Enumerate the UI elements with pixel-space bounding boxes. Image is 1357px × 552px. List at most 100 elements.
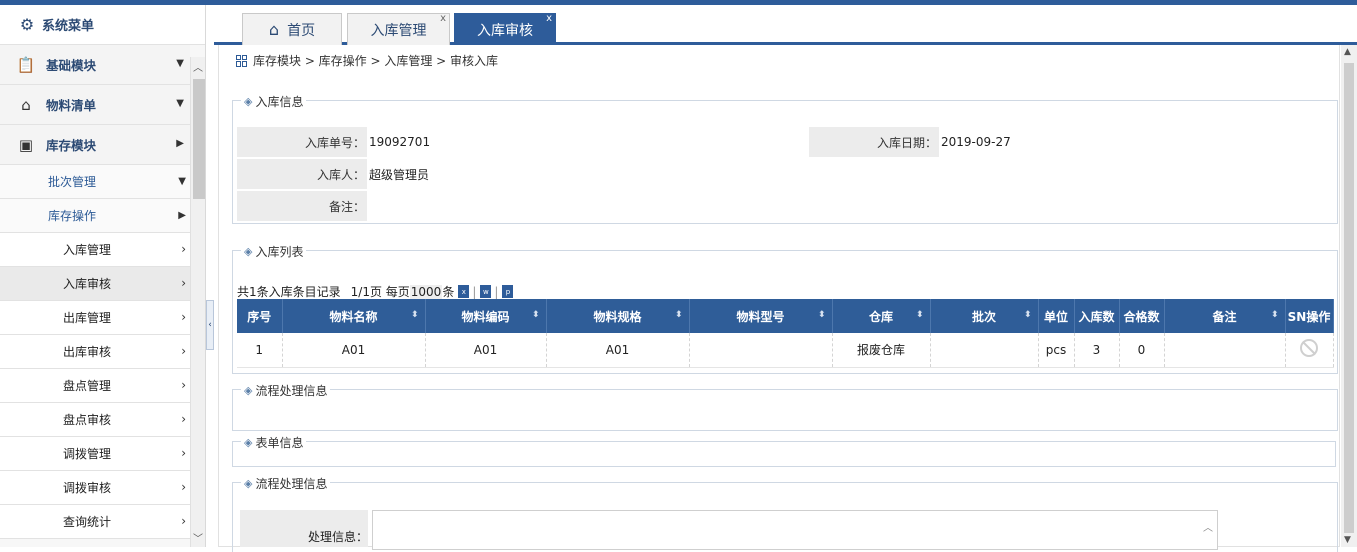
tab-inbound-audit[interactable]: 入库审核 x xyxy=(454,13,556,45)
inbound-items-table: 序号 物料名称 ⬍ 物料编码 ⬍ 物料规格 ⬍ 物料型号 ⬍ 仓库 ⬍ 批次 ⬍ 单位 入库… xyxy=(237,299,1334,368)
chevron-right-icon: › xyxy=(181,480,186,494)
table-cell xyxy=(930,333,1039,368)
sidebar-item-outbound-audit[interactable]: 出库审核 › xyxy=(0,335,190,369)
chevron-right-icon: › xyxy=(181,514,186,528)
grid-icon xyxy=(236,54,248,67)
sidebar-item-inbound[interactable]: 入库管理 › xyxy=(0,233,190,267)
inbound-date-value: 2019-09-27 xyxy=(941,135,1011,149)
inbound-date-row: 入库日期： 2019-09-27 xyxy=(809,127,1011,157)
list-summary: 共1条入库条目记录 1/1页 每页 1000 条 x | w | p xyxy=(237,283,514,300)
layers-icon: ◈ xyxy=(244,384,253,397)
flow-info-section: ◈ 流程处理信息 xyxy=(232,382,1338,431)
column-header[interactable]: 批次 ⬍ xyxy=(930,299,1039,333)
table-cell: A01 xyxy=(425,333,547,368)
table-cell: 3 xyxy=(1074,333,1120,368)
table-cell: 0 xyxy=(1119,333,1165,368)
column-header[interactable]: 物料编码 ⬍ xyxy=(425,299,547,333)
sidebar-title: ⚙ 系统菜单 xyxy=(0,5,205,45)
sidebar-item-outbound[interactable]: 出库管理 › xyxy=(0,301,190,335)
sort-icon: ⬍ xyxy=(410,310,419,320)
column-header[interactable]: 序号 xyxy=(237,299,283,333)
inbound-no-value: 19092701 xyxy=(369,135,431,149)
sidebar-item-transfer[interactable]: 调拨管理 › xyxy=(0,437,190,471)
sort-icon: ⬍ xyxy=(817,310,826,320)
submenu-batch[interactable]: 批次管理 ▼ xyxy=(0,165,190,199)
close-icon[interactable]: x xyxy=(440,13,446,24)
table-cell: A01 xyxy=(546,333,690,368)
sort-icon: ⬍ xyxy=(1023,310,1032,320)
box-icon: ▣ xyxy=(18,135,34,154)
menu-bom[interactable]: ⌂ 物料清单 ▼ xyxy=(0,85,190,125)
column-header[interactable]: SN操作 xyxy=(1285,299,1334,333)
column-header[interactable]: 物料规格 ⬍ xyxy=(546,299,690,333)
tab-home[interactable]: ⌂ 首页 xyxy=(242,13,342,45)
submenu-inventory-ops[interactable]: 库存操作 ▶ xyxy=(0,199,190,233)
scroll-up-icon[interactable]: ︿ xyxy=(193,59,203,74)
sidebar: ⚙ 系统菜单 📋 基础模块 ▼ ⌂ 物料清单 ▼ ▣ 库存模块 ▶ 批次管理 ▼… xyxy=(0,5,206,547)
process-info-textarea[interactable]: ︿ xyxy=(372,510,1218,550)
sidebar-item-transfer-audit[interactable]: 调拨审核 › xyxy=(0,471,190,505)
column-header[interactable]: 备注 ⬍ xyxy=(1164,299,1286,333)
column-header[interactable]: 合格数 xyxy=(1119,299,1165,333)
main-scrollbar[interactable]: ▲ ▼ xyxy=(1341,45,1357,547)
tab-inbound[interactable]: 入库管理 x xyxy=(347,13,450,45)
chevron-right-icon: › xyxy=(181,242,186,256)
table-cell xyxy=(1164,333,1286,368)
scroll-up-icon[interactable]: ︿ xyxy=(1203,519,1213,534)
sidebar-scrollbar[interactable]: ︿ ﹀ xyxy=(190,57,205,547)
close-icon[interactable]: x xyxy=(546,13,552,24)
export-word-icon[interactable]: w xyxy=(480,285,492,298)
scroll-down-icon[interactable]: ﹀ xyxy=(193,530,203,545)
table-row[interactable]: 1 A01 A01 A01 报废仓库 pcs 3 0 xyxy=(237,333,1334,368)
chevron-right-icon: ▶ xyxy=(176,138,184,149)
inbound-user-row: 入库人： 超级管理员 xyxy=(237,159,429,189)
page-size-value[interactable]: 1000 xyxy=(409,284,443,299)
ban-icon[interactable] xyxy=(1300,339,1318,358)
sidebar-item-inbound-audit[interactable]: 入库审核 › xyxy=(0,267,190,301)
home-icon: ⌂ xyxy=(268,20,280,39)
sort-icon: ⬍ xyxy=(674,310,683,320)
scroll-up-icon[interactable]: ▲ xyxy=(1344,47,1351,57)
sort-icon: ⬍ xyxy=(531,310,540,320)
inbound-user-value: 超级管理员 xyxy=(369,167,430,182)
home-icon: ⌂ xyxy=(21,95,31,114)
menu-basic[interactable]: 📋 基础模块 ▼ xyxy=(0,45,190,85)
sn-action-cell xyxy=(1285,333,1334,368)
sidebar-collapse-handle[interactable]: ‹ xyxy=(206,300,214,350)
chevron-right-icon: › xyxy=(181,446,186,460)
layers-icon: ◈ xyxy=(244,95,253,108)
table-cell: 1 xyxy=(237,333,283,368)
chevron-down-icon: ▼ xyxy=(176,58,184,69)
sidebar-scroll-thumb[interactable] xyxy=(193,79,205,199)
menu-inventory[interactable]: ▣ 库存模块 ▶ xyxy=(0,125,190,165)
menu-list: 📋 基础模块 ▼ ⌂ 物料清单 ▼ ▣ 库存模块 ▶ 批次管理 ▼ 库存操作 ▶… xyxy=(0,45,190,539)
inbound-no-row: 入库单号： 19092701 xyxy=(237,127,430,157)
scroll-down-icon[interactable]: ▼ xyxy=(1344,535,1351,545)
chevron-down-icon: ▼ xyxy=(178,176,186,187)
column-header[interactable]: 入库数 xyxy=(1074,299,1120,333)
gear-icon: ⚙ xyxy=(19,15,35,34)
section-legend: ◈ 入库信息 xyxy=(241,93,307,110)
table-cell: 报废仓库 xyxy=(832,333,931,368)
table-cell: A01 xyxy=(282,333,426,368)
column-header[interactable]: 物料型号 ⬍ xyxy=(689,299,833,333)
tab-bar: ⌂ 首页 入库管理 x 入库审核 x xyxy=(214,5,1357,45)
sidebar-item-query-stats[interactable]: 查询统计 › xyxy=(0,505,190,539)
column-header[interactable]: 仓库 ⬍ xyxy=(832,299,931,333)
main-scroll-thumb[interactable] xyxy=(1344,63,1354,533)
column-header[interactable]: 物料名称 ⬍ xyxy=(282,299,426,333)
export-pdf-icon[interactable]: p xyxy=(502,285,514,298)
column-header[interactable]: 单位 xyxy=(1038,299,1075,333)
sidebar-item-stocktake[interactable]: 盘点管理 › xyxy=(0,369,190,403)
table-cell: pcs xyxy=(1038,333,1075,368)
chevron-right-icon: ▶ xyxy=(178,210,186,221)
form-info-section: ◈ 表单信息 xyxy=(232,434,1336,467)
sort-icon: ⬍ xyxy=(1270,310,1279,320)
export-excel-icon[interactable]: x xyxy=(458,285,470,298)
sidebar-item-stocktake-audit[interactable]: 盘点审核 › xyxy=(0,403,190,437)
layers-icon: ◈ xyxy=(244,477,253,490)
breadcrumb: 库存模块 > 库存操作 > 入库管理 > 审核入库 xyxy=(236,52,498,69)
chevron-right-icon: › xyxy=(181,276,186,290)
table-header-row: 序号 物料名称 ⬍ 物料编码 ⬍ 物料规格 ⬍ 物料型号 ⬍ 仓库 ⬍ 批次 ⬍ 单位 入库… xyxy=(237,299,1334,333)
sort-icon: ⬍ xyxy=(915,310,924,320)
